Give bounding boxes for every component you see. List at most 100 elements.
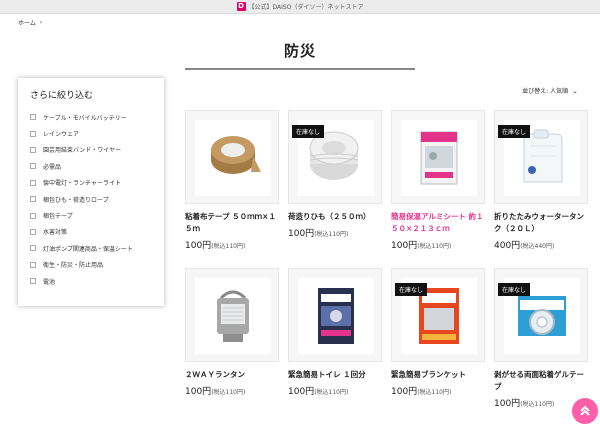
- browser-tab[interactable]: D 【公式】DAISO（ダイソー）ネットストア: [236, 2, 364, 11]
- price-tax-included: (税込110円): [314, 389, 349, 396]
- breadcrumb-home-link[interactable]: ホーム: [18, 18, 36, 27]
- product-price: 100円(税込110円): [288, 384, 382, 397]
- price-value: 100円: [494, 399, 521, 409]
- filter-item[interactable]: 水害対策: [30, 224, 152, 240]
- filter-panel-title: さらに絞り込む: [30, 91, 94, 101]
- product-image[interactable]: [288, 268, 382, 362]
- filter-item-label: 水害対策: [43, 229, 68, 237]
- product-price: 100円(税込110円): [391, 384, 485, 397]
- product-image[interactable]: 在庫なし: [494, 268, 588, 362]
- product-card[interactable]: 緊急簡易トイレ １回分 100円(税込110円): [288, 268, 382, 397]
- filter-item[interactable]: 衛生・防災・防止用品: [30, 257, 152, 273]
- daiso-favicon-icon: D: [236, 2, 246, 11]
- price-tax-included: (税込110円): [314, 231, 349, 238]
- filter-item[interactable]: 園芸用結束バンド・ワイヤー: [30, 142, 152, 158]
- price-tax-included: (税込110円): [417, 389, 452, 396]
- filter-checkbox[interactable]: [30, 278, 36, 285]
- price-tax-included: (税込110円): [211, 243, 246, 250]
- product-image[interactable]: 在庫なし: [288, 110, 382, 204]
- filter-checkbox[interactable]: [30, 179, 36, 186]
- emergency-toilet-icon: [298, 278, 374, 354]
- filter-checkbox[interactable]: [30, 245, 36, 252]
- filter-panel: さらに絞り込む ケーブル・モバイルバッテリー レインウェア園芸用結束バンド・ワイヤ…: [18, 78, 164, 306]
- breadcrumb: ホーム ›: [18, 18, 42, 27]
- product-name[interactable]: 緊急簡易ブランケット: [391, 369, 485, 381]
- product-card[interactable]: 在庫なし緊急簡易ブランケット 100円(税込110円): [391, 268, 485, 397]
- filter-item-label: レインウェア: [43, 131, 80, 139]
- title-divider: [185, 68, 415, 70]
- product-card[interactable]: ２ＷＡＹランタン 100円(税込110円): [185, 268, 279, 397]
- filter-item-label: ケーブル・モバイルバッテリー: [43, 114, 127, 122]
- filter-item[interactable]: 必需品: [30, 158, 152, 174]
- filter-list: ケーブル・モバイルバッテリー レインウェア園芸用結束バンド・ワイヤー 必需品懐中電灯…: [30, 109, 152, 289]
- scroll-to-top-button[interactable]: [572, 398, 598, 424]
- tab-title: 【公式】DAISO（ダイソー）ネットストア: [248, 4, 364, 11]
- out-of-stock-badge: 在庫なし: [395, 283, 428, 296]
- filter-checkbox[interactable]: [30, 146, 36, 153]
- price-value: 100円: [391, 387, 418, 397]
- product-name[interactable]: 粘着布テープ ５０ｍｍ×１５ｍ: [185, 211, 279, 235]
- page-title: 防災: [283, 42, 316, 60]
- sort-dropdown[interactable]: 並び替え: 人気順 ⌄: [522, 86, 578, 96]
- product-image[interactable]: [185, 110, 279, 204]
- price-value: 100円: [288, 229, 315, 239]
- filter-checkbox[interactable]: [30, 163, 36, 170]
- filter-checkbox[interactable]: [30, 212, 36, 219]
- sort-label: 並び替え: 人気順: [522, 88, 569, 95]
- filter-item-label: 園芸用結束バンド・ワイヤー: [43, 147, 122, 155]
- filter-item[interactable]: 懐中電灯・ランチャーライト: [30, 175, 152, 191]
- packing-tape-icon: [195, 120, 271, 196]
- product-name[interactable]: 折りたたみウォータータンク（２０Ｌ）: [494, 211, 588, 235]
- price-tax-included: (税込110円): [520, 401, 555, 408]
- lantern-icon: [195, 278, 271, 354]
- filter-item-label: 衛生・防災・防止用品: [43, 262, 104, 270]
- price-value: 100円: [288, 387, 315, 397]
- product-name[interactable]: 簡易保温アルミシート 約１５０×２１３ｃｍ: [391, 211, 485, 235]
- price-tax-included: (税込110円): [211, 389, 246, 396]
- product-name[interactable]: ２ＷＡＹランタン: [185, 369, 279, 381]
- filter-item-label: 懐中電灯・ランチャーライト: [43, 180, 121, 188]
- product-card[interactable]: 在庫なし剥がせる両面粘着ゲルテープ 100円(税込110円): [494, 268, 588, 409]
- product-price: 100円(税込110円): [185, 384, 279, 397]
- chevron-down-icon: ⌄: [572, 86, 578, 95]
- filter-item-label: 必需品: [43, 163, 62, 171]
- breadcrumb-chevron-icon: ›: [39, 19, 43, 26]
- product-name[interactable]: 緊急簡易トイレ １回分: [288, 369, 382, 381]
- product-card[interactable]: 在庫なし折りたたみウォータータンク（２０Ｌ） 400円(税込440円): [494, 110, 588, 251]
- product-name[interactable]: 荷造りひも（２５０ｍ）: [288, 211, 382, 223]
- filter-item[interactable]: レインウェア: [30, 125, 152, 141]
- product-card[interactable]: 在庫なし荷造りひも（２５０ｍ） 100円(税込110円): [288, 110, 382, 239]
- filter-item[interactable]: 電池: [30, 273, 152, 289]
- out-of-stock-badge: 在庫なし: [498, 283, 531, 296]
- product-name[interactable]: 剥がせる両面粘着ゲルテープ: [494, 369, 588, 393]
- product-image[interactable]: 在庫なし: [494, 110, 588, 204]
- filter-checkbox[interactable]: [30, 130, 36, 137]
- filter-item[interactable]: 灯油ポンプ関連商品・保温シート: [30, 240, 152, 256]
- filter-item-label: 梱包ひも・荷造りロープ: [43, 196, 109, 204]
- price-value: 100円: [391, 241, 418, 251]
- product-image[interactable]: [185, 268, 279, 362]
- out-of-stock-badge: 在庫なし: [498, 125, 531, 138]
- price-tax-included: (税込440円): [520, 243, 555, 250]
- product-image[interactable]: [391, 110, 485, 204]
- product-card[interactable]: 簡易保温アルミシート 約１５０×２１３ｃｍ 100円(税込110円): [391, 110, 485, 251]
- emergency-blanket-icon: [401, 120, 477, 196]
- product-card[interactable]: 粘着布テープ ５０ｍｍ×１５ｍ 100円(税込110円): [185, 110, 279, 251]
- filter-item[interactable]: 梱包ひも・荷造りロープ: [30, 191, 152, 207]
- filter-item[interactable]: 梱包テープ: [30, 207, 152, 223]
- price-value: 400円: [494, 241, 521, 251]
- filter-item-label: 電池: [43, 278, 56, 286]
- filter-checkbox[interactable]: [30, 196, 36, 203]
- filter-item-label: 梱包テープ: [43, 213, 73, 221]
- out-of-stock-badge: 在庫なし: [292, 125, 325, 138]
- price-value: 100円: [185, 387, 212, 397]
- product-image[interactable]: 在庫なし: [391, 268, 485, 362]
- price-value: 100円: [185, 241, 212, 251]
- filter-item[interactable]: ケーブル・モバイルバッテリー: [30, 109, 152, 125]
- filter-checkbox[interactable]: [30, 114, 36, 121]
- filter-checkbox[interactable]: [30, 228, 36, 235]
- double-chevron-up-icon: [580, 405, 590, 416]
- filter-item-label: 灯油ポンプ関連商品・保温シート: [43, 245, 133, 253]
- price-tax-included: (税込110円): [417, 243, 452, 250]
- filter-checkbox[interactable]: [30, 261, 36, 268]
